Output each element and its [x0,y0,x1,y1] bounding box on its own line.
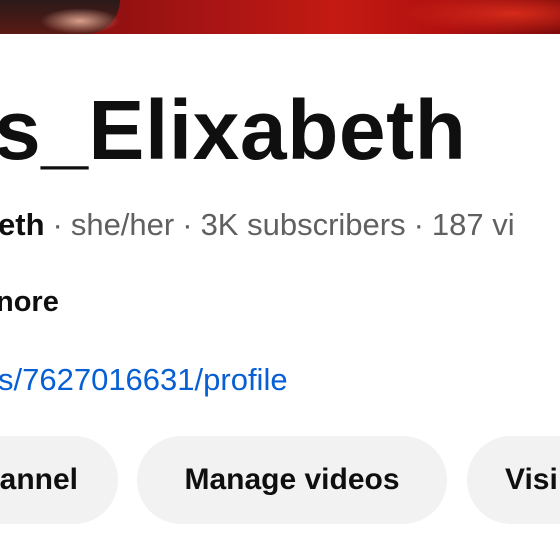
more-about-link[interactable]: nore [0,286,59,319]
channel-name: s_Elixabeth [0,83,467,177]
channel-page: s_Elixabeth eth · she/her · 3K subscribers · 1… [0,0,560,560]
banner-image-red-glow [400,0,560,34]
separator-dot: · [182,207,193,242]
separator-dot: · [413,207,424,242]
manage-videos-button[interactable]: Manage videos [137,436,447,524]
subscriber-count: 3K subscribers [200,207,406,242]
channel-banner [0,0,560,34]
channel-handle[interactable]: eth [0,207,45,242]
channel-pronouns: she/her [70,207,175,242]
profile-url-link[interactable]: s/7627016631/profile [0,362,288,398]
separator-dot: · [52,207,63,242]
customize-channel-button[interactable]: annel [0,436,118,524]
manage-videos-label: Manage videos [184,463,400,496]
visit-label: Visi [505,463,558,496]
channel-meta-row: eth · she/her · 3K subscribers · 187 vi [0,206,515,243]
customize-channel-label: annel [0,463,78,496]
video-count: 187 vi [431,207,515,242]
banner-image-highlight [40,8,120,34]
visit-button[interactable]: Visi [467,436,560,524]
